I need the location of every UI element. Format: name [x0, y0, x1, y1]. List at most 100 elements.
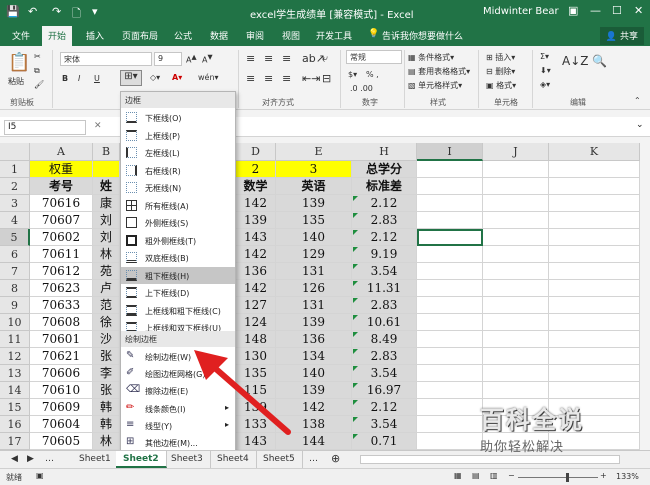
cell-a9[interactable]: 70633 [30, 297, 93, 314]
sheet-tab-sheet3[interactable]: Sheet3 [164, 451, 211, 468]
cell-i1[interactable] [417, 161, 483, 178]
cell-k8[interactable] [549, 280, 640, 297]
cell-i6[interactable] [417, 246, 483, 263]
more-sheets-icon[interactable]: … [38, 451, 61, 468]
cell-h6[interactable]: 9.19 [352, 246, 417, 263]
tab-home[interactable]: 开始 [42, 26, 73, 46]
find-select-icon[interactable]: 🔍 [592, 54, 607, 68]
align-bottom-icon[interactable]: ≡ [282, 52, 291, 65]
cell-b15[interactable]: 韩 [93, 399, 120, 416]
cell-k6[interactable] [549, 246, 640, 263]
close-button[interactable]: ✕ [634, 4, 643, 17]
cell-a6[interactable]: 70611 [30, 246, 93, 263]
menu-item-top-border[interactable]: 上框线(P) [121, 127, 235, 144]
cell-i9[interactable] [417, 297, 483, 314]
cell-j11[interactable] [483, 331, 549, 348]
cell-d7[interactable]: 136 [236, 263, 276, 280]
menu-item-no-border[interactable]: 无框线(N) [121, 179, 235, 196]
cell-b9[interactable]: 范 [93, 297, 120, 314]
menu-item-thick-outside-border[interactable]: 粗外侧框线(T) [121, 232, 235, 249]
cell-i15[interactable] [417, 399, 483, 416]
cell-h5[interactable]: 2.12 [352, 229, 417, 246]
bold-button[interactable]: B [62, 74, 68, 83]
row-header[interactable]: 1 [0, 161, 30, 178]
merge-center-icon[interactable]: ⊟ [322, 72, 331, 85]
row-header[interactable]: 17 [0, 433, 30, 450]
decimal-adjust-icon[interactable]: .0 .00 [350, 84, 373, 93]
cell-a16[interactable]: 70604 [30, 416, 93, 433]
menu-item-top-bottom-border[interactable]: 上下框线(D) [121, 284, 235, 301]
align-left-icon[interactable]: ≡ [246, 72, 255, 85]
cell-a14[interactable]: 70610 [30, 382, 93, 399]
normal-view-icon[interactable]: ▦ [454, 471, 462, 480]
cell-e2[interactable]: 英语 [276, 178, 352, 195]
cell-j5[interactable] [483, 229, 549, 246]
cell-b2[interactable]: 姓 [93, 178, 120, 195]
tab-insert[interactable]: 插入 [86, 29, 104, 42]
cell-b13[interactable]: 李 [93, 365, 120, 382]
format-cells-button[interactable]: ▣ 格式▾ [486, 80, 516, 91]
cell-h7[interactable]: 3.54 [352, 263, 417, 280]
name-box[interactable]: I5 [4, 120, 86, 135]
percent-comma-buttons[interactable]: % , [366, 70, 379, 79]
cell-k4[interactable] [549, 212, 640, 229]
minimize-button[interactable]: — [590, 4, 601, 17]
cell-i12[interactable] [417, 348, 483, 365]
fill-color-icon[interactable]: ◇▾ [150, 73, 160, 82]
cell-j10[interactable] [483, 314, 549, 331]
new-doc-icon[interactable]: 🗋 [72, 5, 81, 24]
cell-h10[interactable]: 10.61 [352, 314, 417, 331]
user-name[interactable]: Midwinter Bear [483, 6, 559, 17]
cell-b6[interactable]: 林 [93, 246, 120, 263]
insert-cells-button[interactable]: ⊞ 插入▾ [486, 52, 515, 63]
column-header-j[interactable]: J [483, 143, 549, 161]
cell-a2[interactable]: 考号 [30, 178, 93, 195]
column-header-i[interactable]: I [417, 143, 483, 161]
borders-button[interactable]: ⊞▾ [120, 70, 142, 86]
cell-e3[interactable]: 139 [276, 195, 352, 212]
row-header[interactable]: 6 [0, 246, 30, 263]
tab-review[interactable]: 审阅 [246, 29, 264, 42]
cell-h17[interactable]: 0.71 [352, 433, 417, 450]
zoom-slider-thumb[interactable] [566, 473, 569, 482]
menu-item-double-bottom-border[interactable]: 双底框线(B) [121, 249, 235, 266]
cell-b3[interactable]: 康 [93, 195, 120, 212]
font-size-select[interactable]: 9 [154, 52, 182, 66]
cell-e8[interactable]: 126 [276, 280, 352, 297]
expand-formula-icon[interactable]: ⌄ [636, 120, 644, 130]
cell-d10[interactable]: 124 [236, 314, 276, 331]
italic-button[interactable]: I [78, 74, 80, 83]
more-sheets-right-icon[interactable]: … [302, 451, 325, 468]
cancel-icon[interactable]: ✕ [94, 121, 102, 131]
cell-h16[interactable]: 3.54 [352, 416, 417, 433]
number-format-select[interactable]: 常规 [346, 50, 402, 64]
cell-h11[interactable]: 8.49 [352, 331, 417, 348]
cell-d4[interactable]: 139 [236, 212, 276, 229]
page-layout-view-icon[interactable]: ▤ [472, 471, 480, 480]
cell-j3[interactable] [483, 195, 549, 212]
redo-icon[interactable]: ↷ [52, 5, 61, 18]
cell-k5[interactable] [549, 229, 640, 246]
cell-a1[interactable]: 权重 [30, 161, 93, 178]
cell-b8[interactable]: 卢 [93, 280, 120, 297]
cell-b17[interactable]: 林 [93, 433, 120, 450]
cell-h14[interactable]: 16.97 [352, 382, 417, 399]
menu-item-all-borders[interactable]: 所有框线(A) [121, 197, 235, 214]
delete-cells-button[interactable]: ⊟ 删除▾ [486, 66, 515, 77]
sort-filter-icon[interactable]: A↓Z [562, 54, 588, 68]
cell-h13[interactable]: 3.54 [352, 365, 417, 382]
sheet-tab-sheet5[interactable]: Sheet5 [256, 451, 303, 468]
cell-e9[interactable]: 131 [276, 297, 352, 314]
cell-a11[interactable]: 70601 [30, 331, 93, 348]
paste-icon[interactable]: 📋 [8, 52, 30, 73]
share-button[interactable]: 👤 共享 [599, 27, 644, 45]
cell-b16[interactable]: 韩 [93, 416, 120, 433]
menu-item-right-border[interactable]: 右框线(R) [121, 162, 235, 179]
cell-i13[interactable] [417, 365, 483, 382]
fill-icon[interactable]: ⬇▾ [540, 66, 551, 75]
cell-d2[interactable]: 数学 [236, 178, 276, 195]
cell-j2[interactable] [483, 178, 549, 195]
tab-view[interactable]: 视图 [282, 29, 300, 42]
tab-formulas[interactable]: 公式 [174, 29, 192, 42]
cell-j1[interactable] [483, 161, 549, 178]
